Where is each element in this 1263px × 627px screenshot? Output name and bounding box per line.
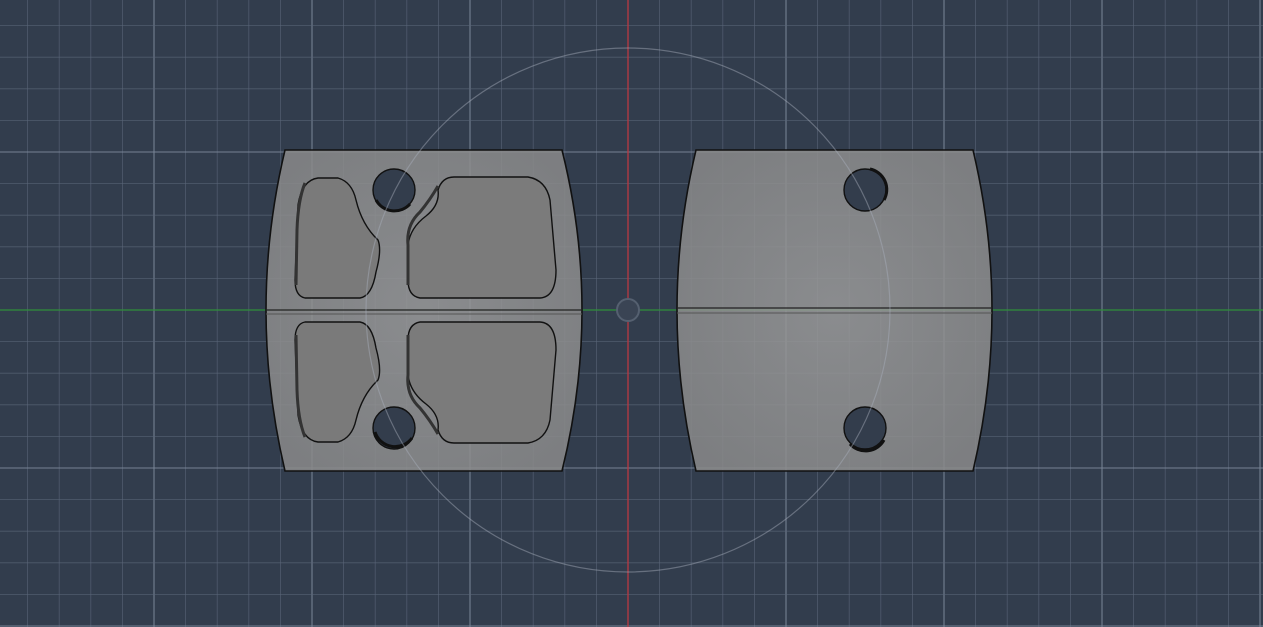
origin-marker[interactable] (616, 298, 640, 322)
cad-viewport[interactable] (0, 0, 1263, 627)
part-right-body[interactable] (676, 149, 993, 472)
part-right[interactable] (676, 149, 993, 472)
hole-bottom-right (843, 406, 887, 450)
part-left[interactable] (265, 149, 583, 472)
